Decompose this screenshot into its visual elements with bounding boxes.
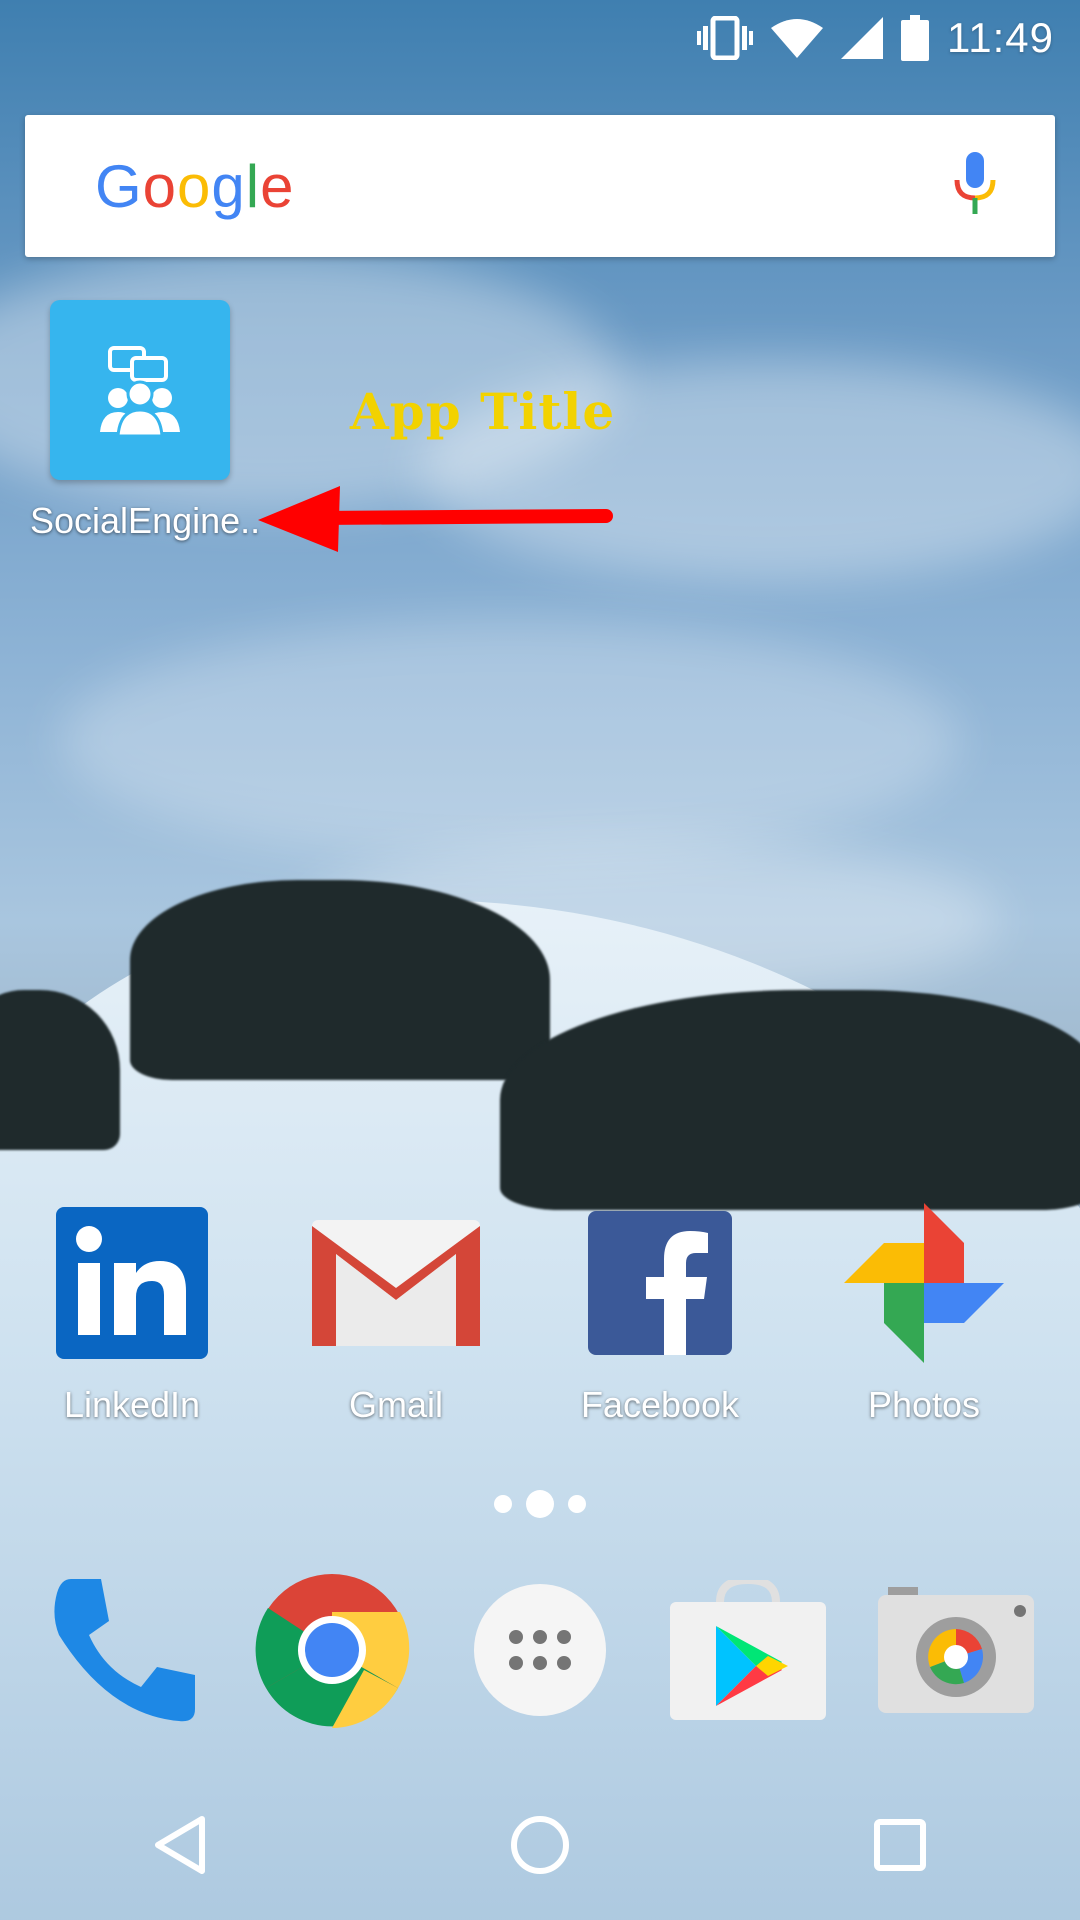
app-gmail[interactable]: Gmail <box>264 1205 528 1426</box>
app-linkedin[interactable]: LinkedIn <box>0 1205 264 1426</box>
app-facebook[interactable]: Facebook <box>528 1205 792 1426</box>
gmail-icon <box>264 1205 528 1360</box>
dock <box>0 1570 1080 1730</box>
app-drawer-icon[interactable] <box>450 1570 630 1730</box>
wifi-icon <box>771 18 823 58</box>
google-logo: Google <box>95 152 295 220</box>
status-bar: 11:49 <box>0 0 1080 76</box>
page-indicator <box>0 1490 1080 1518</box>
app-label: Facebook <box>580 1384 740 1425</box>
app-label: SocialEngine.. <box>30 500 261 541</box>
facebook-icon <box>528 1205 792 1360</box>
app-label: Photos <box>867 1384 981 1425</box>
photos-icon <box>792 1202 1056 1363</box>
back-icon[interactable] <box>120 1785 240 1905</box>
phone-icon[interactable] <box>34 1570 214 1730</box>
page-dot[interactable] <box>568 1495 586 1513</box>
app-photos[interactable]: Photos <box>792 1202 1056 1426</box>
mic-icon[interactable] <box>953 151 997 221</box>
navigation-bar <box>0 1770 1080 1920</box>
recents-icon[interactable] <box>840 1785 960 1905</box>
battery-icon <box>901 15 929 61</box>
cell-signal-icon <box>841 17 883 59</box>
social-group-chat-icon <box>50 300 230 480</box>
page-dot-active[interactable] <box>526 1490 554 1518</box>
play-store-icon[interactable] <box>658 1570 838 1730</box>
red-arrow-icon <box>258 480 618 565</box>
google-search-bar[interactable]: Google <box>25 115 1055 257</box>
home-app-row: LinkedIn Gmail Facebook Photos <box>0 1202 1080 1426</box>
vibrate-icon <box>697 16 753 60</box>
app-label: Gmail <box>348 1384 443 1425</box>
page-dot[interactable] <box>494 1495 512 1513</box>
annotation-title: App Title <box>350 382 616 441</box>
chrome-icon[interactable] <box>242 1570 422 1730</box>
app-label: LinkedIn <box>63 1384 201 1425</box>
clock: 11:49 <box>947 14 1054 61</box>
camera-icon[interactable] <box>866 1570 1046 1730</box>
home-icon[interactable] <box>480 1785 600 1905</box>
linkedin-icon <box>0 1205 264 1360</box>
socialengine-app[interactable]: SocialEngine.. <box>30 300 261 542</box>
